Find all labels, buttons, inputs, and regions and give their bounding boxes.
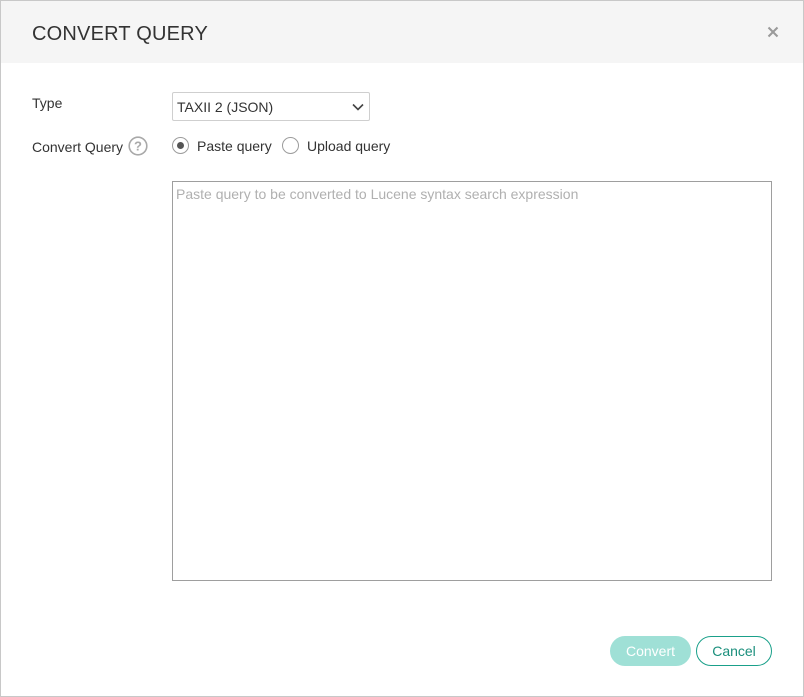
- dialog-header: CONVERT QUERY: [1, 1, 803, 63]
- radio-label-upload-query[interactable]: Upload query: [307, 138, 390, 155]
- radio-label-paste-query[interactable]: Paste query: [197, 138, 272, 155]
- help-icon-glyph: ?: [134, 139, 142, 154]
- help-circle-icon[interactable]: ?: [128, 136, 148, 156]
- convert-button[interactable]: Convert: [610, 636, 691, 666]
- radio-paste-query[interactable]: [172, 137, 189, 154]
- convert-query-dialog: CONVERT QUERY Type TAXII 2 (JSON) Conver…: [0, 0, 804, 697]
- radio-selected-dot: [177, 142, 184, 149]
- chevron-down-icon: [352, 103, 364, 111]
- cancel-button[interactable]: Cancel: [696, 636, 772, 666]
- close-button[interactable]: [763, 22, 783, 42]
- type-select[interactable]: TAXII 2 (JSON): [172, 92, 370, 121]
- dialog-title: CONVERT QUERY: [32, 23, 208, 45]
- convert-query-label: Convert Query: [32, 139, 124, 155]
- query-textarea[interactable]: [172, 181, 772, 581]
- type-select-value: TAXII 2 (JSON): [177, 99, 274, 115]
- close-icon: [767, 26, 779, 38]
- type-label: Type: [32, 95, 63, 111]
- radio-upload-query[interactable]: [282, 137, 299, 154]
